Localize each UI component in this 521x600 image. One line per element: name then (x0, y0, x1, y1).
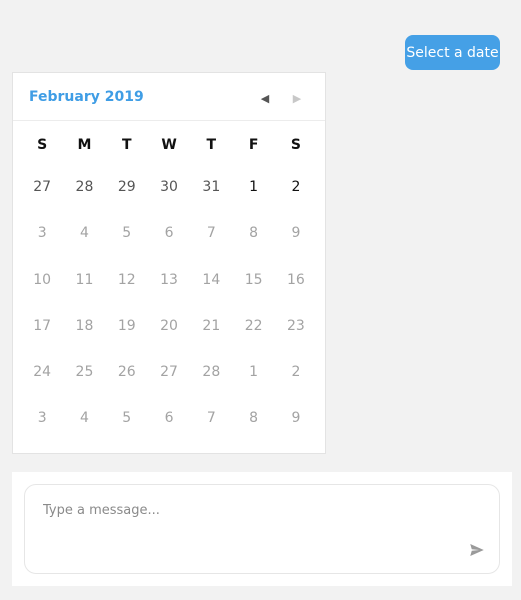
weekday-header-row: SMTWTFS (13, 137, 325, 157)
calendar-week-row: 17 18 19 20 21 22 23 (13, 312, 325, 358)
calendar-day[interactable]: 20 (148, 312, 190, 358)
calendar-day[interactable]: 9 (275, 219, 317, 265)
calendar-day[interactable]: 26 (106, 358, 148, 404)
calendar-day[interactable]: 14 (190, 266, 232, 312)
calendar-day[interactable]: 9 (275, 404, 317, 450)
calendar-day[interactable]: 6 (148, 219, 190, 265)
calendar-day[interactable]: 8 (232, 219, 274, 265)
weekday-label: W (161, 137, 177, 153)
weekday-label: M (77, 137, 92, 153)
calendar-day[interactable]: 4 (63, 404, 105, 450)
calendar-day[interactable]: 19 (106, 312, 148, 358)
calendar-day[interactable]: 29 (106, 173, 148, 219)
calendar-day[interactable]: 7 (190, 404, 232, 450)
calendar-day[interactable]: 28 (63, 173, 105, 219)
weekday-label: T (121, 137, 132, 153)
calendar-day[interactable]: 31 (190, 173, 232, 219)
calendar-day[interactable]: 6 (148, 404, 190, 450)
calendar-day[interactable]: 27 (21, 173, 63, 219)
calendar-day[interactable]: 18 (63, 312, 105, 358)
calendar-day[interactable]: 17 (21, 312, 63, 358)
triangle-left-icon: ◀ (260, 91, 270, 105)
calendar-week-row: 3456789 (13, 219, 325, 265)
calendar-day[interactable]: 3 (21, 404, 63, 450)
send-button[interactable] (468, 541, 486, 559)
calendar-week-row: 10 11 12 13 14 15 16 (13, 266, 325, 312)
triangle-right-icon: ▶ (292, 91, 302, 105)
calendar-day[interactable]: 1 (232, 173, 274, 219)
calendar-day[interactable]: 8 (232, 404, 274, 450)
calendar-day[interactable]: 13 (148, 266, 190, 312)
calendar-day[interactable]: 7 (190, 219, 232, 265)
calendar-week-row: 27 28 29 30 31 1 2 (13, 173, 325, 219)
weekday-label: T (206, 137, 217, 153)
calendar-day[interactable]: 4 (63, 219, 105, 265)
select-date-button[interactable]: Select a date (405, 35, 500, 70)
calendar-day[interactable]: 2 (275, 358, 317, 404)
composer-panel (12, 472, 512, 586)
calendar-header: February 2019 ◀ ▶ (13, 73, 325, 121)
calendar-day[interactable]: 3 (21, 219, 63, 265)
calendar-day[interactable]: 16 (275, 266, 317, 312)
calendar-day[interactable]: 24 (21, 358, 63, 404)
calendar-day[interactable]: 5 (106, 219, 148, 265)
calendar-day[interactable]: 11 (63, 266, 105, 312)
calendar-day[interactable]: 22 (232, 312, 274, 358)
prev-month-button[interactable]: ◀ (256, 89, 274, 107)
calendar-day[interactable]: 1 (232, 358, 274, 404)
message-input[interactable] (43, 503, 443, 518)
calendar-day[interactable]: 28 (190, 358, 232, 404)
next-month-button[interactable]: ▶ (288, 89, 306, 107)
message-composer (24, 484, 500, 574)
calendar-day[interactable]: 30 (148, 173, 190, 219)
paper-plane-icon (470, 544, 484, 556)
calendar-day[interactable]: 15 (232, 266, 274, 312)
calendar-week-row: 3456789 (13, 404, 325, 450)
calendar-day[interactable]: 2 (275, 173, 317, 219)
month-title: February 2019 (29, 89, 144, 105)
weekday-label: S (37, 137, 48, 153)
calendar-grid: 27 28 29 30 31 1 2 3 4 5 6 7 8 9 10 11 12 13 14 15 16 17 18 19 2… (13, 173, 325, 451)
calendar-day[interactable]: 21 (190, 312, 232, 358)
calendar-day[interactable]: 23 (275, 312, 317, 358)
weekday-label: S (290, 137, 301, 153)
calendar-day[interactable]: 25 (63, 358, 105, 404)
weekday-label: F (248, 137, 259, 153)
calendar-day[interactable]: 5 (106, 404, 148, 450)
calendar-day[interactable]: 10 (21, 266, 63, 312)
calendar-day[interactable]: 27 (148, 358, 190, 404)
calendar-day[interactable]: 12 (106, 266, 148, 312)
date-picker-calendar: February 2019 ◀ ▶ SMTWTFS 27 28 29 30 31 1 2 3 4… (12, 72, 326, 454)
calendar-week-row: 24 25 26 27 28 1 2 (13, 358, 325, 404)
